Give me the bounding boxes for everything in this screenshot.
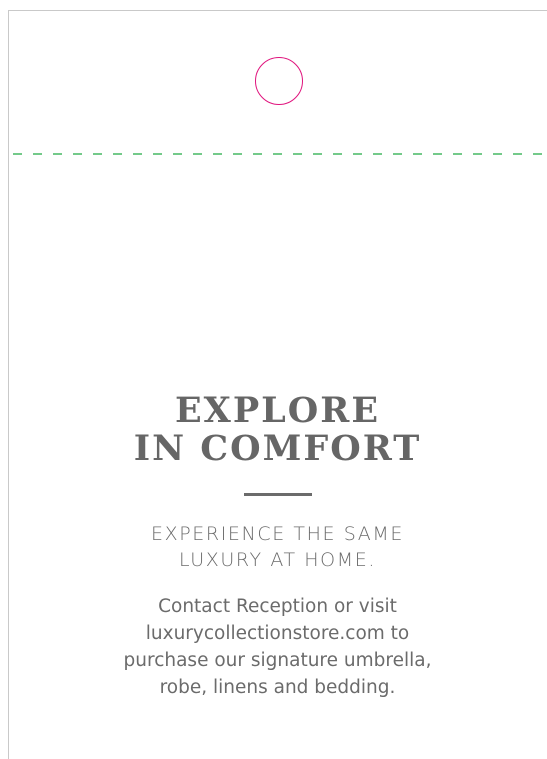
headline-line-2: IN COMFORT	[133, 428, 422, 469]
headline-divider	[243, 493, 312, 496]
body-line-2: luxurycollectionstore.com to	[145, 623, 410, 644]
perforation-dashed-line	[13, 153, 547, 155]
hang-tag-card: EXPLORE IN COMFORT EXPERIENCE THE SAME L…	[0, 0, 547, 759]
body-line-4: robe, linens and bedding.	[159, 677, 396, 698]
card-top-edge	[8, 10, 547, 11]
subhead-line-1: EXPERIENCE THE SAME	[151, 523, 404, 545]
body-line-3: purchase our signature umbrella,	[123, 650, 432, 671]
tag-content: EXPLORE IN COMFORT EXPERIENCE THE SAME L…	[8, 392, 547, 701]
headline-line-1: EXPLORE	[174, 390, 380, 431]
subheading: EXPERIENCE THE SAME LUXURY AT HOME.	[128, 521, 428, 573]
body-copy: Contact Reception or visit luxurycollect…	[108, 593, 448, 701]
headline: EXPLORE IN COMFORT	[8, 392, 547, 468]
body-line-1: Contact Reception or visit	[158, 596, 397, 617]
hang-hole-circle	[255, 57, 303, 105]
subhead-line-2: LUXURY AT HOME.	[179, 549, 376, 571]
